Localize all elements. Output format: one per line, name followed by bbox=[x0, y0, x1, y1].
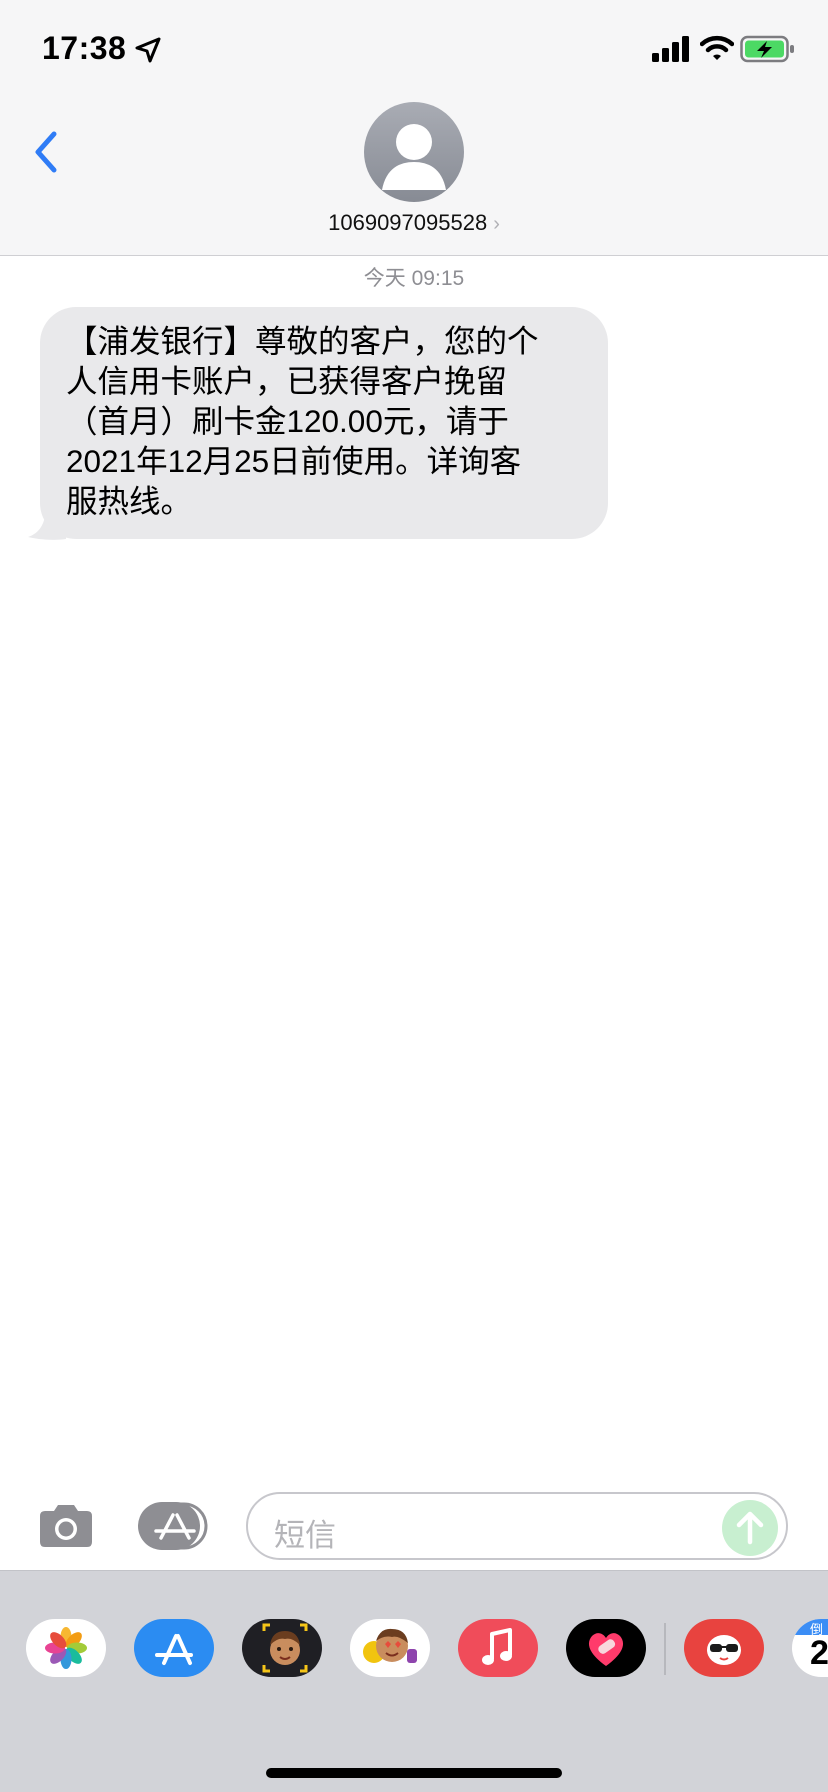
message-line: （首月）刷卡金120.00元，请于 bbox=[66, 403, 509, 439]
photos-icon bbox=[45, 1627, 87, 1669]
message-composer: 短信 bbox=[0, 1480, 828, 1570]
cellular-signal-icon bbox=[652, 36, 689, 62]
arrow-up-icon bbox=[736, 1511, 764, 1545]
message-line: 【浦发银行】尊敬的客户，您的个 bbox=[66, 323, 539, 359]
contact-avatar[interactable] bbox=[364, 102, 464, 202]
sunglasses-face-icon bbox=[707, 1635, 741, 1665]
animoji-stickers-icon bbox=[363, 1628, 417, 1663]
conversation-header: 17:38 1069097095528 › bbox=[0, 0, 828, 256]
calendar-app-button[interactable]: 倒 2 bbox=[792, 1619, 828, 1677]
send-button[interactable] bbox=[722, 1500, 778, 1556]
detail-chevron-icon: › bbox=[493, 213, 500, 235]
status-time: 17:38 bbox=[42, 30, 127, 66]
person-silhouette-icon bbox=[382, 124, 446, 190]
music-app-button[interactable] bbox=[458, 1619, 538, 1677]
calendar-number: 2 bbox=[810, 1634, 828, 1672]
contact-number-text: 1069097095528 bbox=[328, 210, 488, 235]
app-store-icon[interactable] bbox=[138, 1502, 214, 1550]
photos-app-button[interactable] bbox=[26, 1619, 106, 1677]
location-arrow-icon bbox=[135, 37, 161, 63]
home-indicator[interactable] bbox=[266, 1768, 562, 1778]
message-line: 服热线。 bbox=[66, 483, 193, 519]
wifi-icon bbox=[700, 35, 734, 60]
back-chevron-icon[interactable] bbox=[30, 128, 62, 176]
app-store-app-button[interactable] bbox=[134, 1619, 214, 1677]
heart-sticker-app-button[interactable] bbox=[566, 1619, 646, 1677]
sunglasses-sticker-app-button[interactable] bbox=[684, 1619, 764, 1677]
app-store-a-icon bbox=[155, 1634, 193, 1665]
message-timestamp: 今天 09:15 bbox=[363, 267, 465, 290]
music-note-icon bbox=[482, 1628, 512, 1665]
incoming-message-bubble[interactable]: 【浦发银行】尊敬的客户，您的个 人信用卡账户，已获得客户挽留 （首月）刷卡金12… bbox=[40, 307, 608, 539]
message-line: 2021年12月25日前使用。详询客 bbox=[66, 443, 522, 479]
camera-icon[interactable] bbox=[36, 1502, 96, 1550]
memoji-icon bbox=[262, 1623, 308, 1673]
contact-number[interactable]: 1069097095528 › bbox=[0, 210, 828, 236]
memoji-app-button[interactable] bbox=[242, 1619, 322, 1677]
heart-bandage-icon bbox=[588, 1633, 624, 1666]
animoji-app-button[interactable] bbox=[350, 1619, 430, 1677]
message-input[interactable]: 短信 bbox=[246, 1492, 788, 1560]
drawer-divider bbox=[664, 1623, 666, 1675]
message-line: 人信用卡账户，已获得客户挽留 bbox=[66, 363, 508, 399]
battery-charging-icon bbox=[740, 35, 794, 63]
imessage-app-drawer: 倒 2 bbox=[0, 1570, 828, 1792]
